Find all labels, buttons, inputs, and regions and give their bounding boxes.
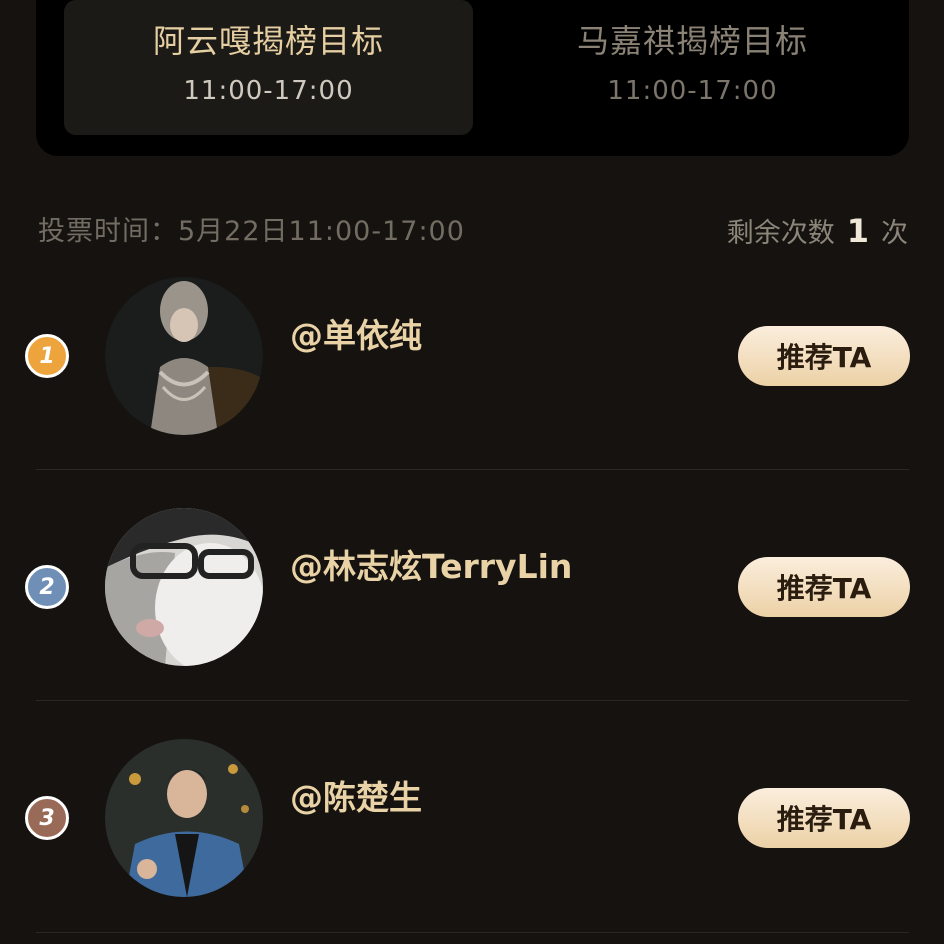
candidate-name[interactable]: @单依纯 <box>290 316 422 356</box>
recommend-button[interactable]: 推荐TA <box>738 326 910 386</box>
tab-time: 11:00-17:00 <box>607 76 778 106</box>
recommend-button[interactable]: 推荐TA <box>738 788 910 848</box>
tab-title: 阿云嘎揭榜目标 <box>152 22 384 60</box>
candidate-name[interactable]: @林志炫TerryLin <box>290 547 572 587</box>
remaining-prefix: 剩余次数 <box>726 218 835 249</box>
avatar <box>105 277 263 435</box>
rank-badge: 1 <box>25 334 69 378</box>
remaining-count: 1 <box>846 212 869 250</box>
vote-time-label: 投票时间：5月22日11:00-17:00 <box>38 216 465 247</box>
tab-time: 11:00-17:00 <box>183 76 354 106</box>
tab-title: 马嘉祺揭榜目标 <box>576 22 808 60</box>
tab-majiaqi-target[interactable]: 马嘉祺揭榜目标 11:00-17:00 <box>488 0 897 135</box>
divider <box>36 700 909 701</box>
remaining-suffix: 次 <box>881 218 908 249</box>
divider <box>36 932 909 933</box>
avatar <box>105 508 263 666</box>
rank-badge: 3 <box>25 796 69 840</box>
recommend-button[interactable]: 推荐TA <box>738 557 910 617</box>
divider <box>36 469 909 470</box>
tab-ayunga-target[interactable]: 阿云嘎揭榜目标 11:00-17:00 <box>64 0 473 135</box>
remaining-votes: 剩余次数 1 次 <box>727 212 908 253</box>
candidate-name[interactable]: @陈楚生 <box>290 778 422 818</box>
avatar <box>105 739 263 897</box>
rank-badge: 2 <box>25 565 69 609</box>
